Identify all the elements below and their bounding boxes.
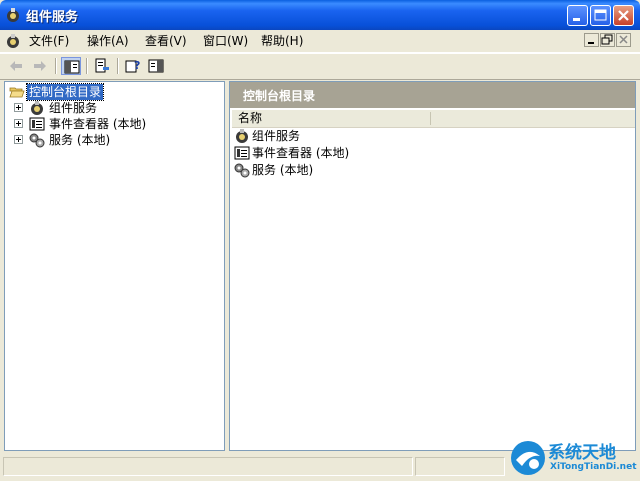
minimize-button[interactable] bbox=[567, 5, 588, 26]
watermark-url: XiTongTianDi.net bbox=[550, 462, 637, 472]
list-item-label: 组件服务 bbox=[252, 129, 301, 143]
result-pane[interactable]: 控制台根目录 名称 组件服务 事件查看器 (本地) 服务 (本地) bbox=[229, 81, 636, 451]
column-header-name[interactable]: 名称 bbox=[238, 111, 262, 126]
back-button[interactable] bbox=[6, 57, 26, 75]
tree-root[interactable]: 控制台根目录 bbox=[5, 83, 215, 101]
show-hide-action-pane-button[interactable] bbox=[146, 57, 166, 75]
menu-help[interactable]: 帮助(H) bbox=[261, 33, 303, 49]
expand-toggle[interactable] bbox=[14, 135, 23, 144]
forward-arrow-icon bbox=[34, 61, 46, 71]
window-title: 组件服务 bbox=[26, 10, 79, 25]
expand-toggle[interactable] bbox=[14, 119, 23, 128]
toolbar-separator bbox=[55, 58, 57, 74]
list-item-component-services[interactable]: 组件服务 bbox=[234, 128, 434, 144]
result-pane-header: 控制台根目录 bbox=[230, 82, 635, 109]
watermark-logo: 系统天地 XiTongTianDi.net bbox=[508, 436, 638, 480]
help-icon: ? bbox=[125, 59, 140, 73]
menu-bar: 文件(F) 操作(A) 查看(V) 窗口(W) 帮助(H) bbox=[0, 30, 640, 53]
event-viewer-icon bbox=[29, 117, 45, 131]
app-window: 组件服务 文件(F) 操作(A) 查看(V) 窗口(W) 帮助(H) ? 控制台… bbox=[0, 0, 640, 481]
export-list-button[interactable] bbox=[92, 57, 112, 75]
toolbar: ? bbox=[0, 53, 640, 80]
expand-toggle[interactable] bbox=[14, 103, 23, 112]
tree-item-event-viewer[interactable]: 事件查看器 (本地) bbox=[5, 116, 215, 132]
close-button[interactable] bbox=[613, 5, 634, 26]
tree-item-services[interactable]: 服务 (本地) bbox=[5, 132, 215, 148]
export-list-icon bbox=[95, 58, 109, 73]
svg-text:?: ? bbox=[134, 59, 140, 72]
help-button[interactable]: ? bbox=[123, 57, 143, 75]
show-hide-tree-button[interactable] bbox=[61, 57, 81, 75]
minimize-icon bbox=[573, 18, 580, 21]
show-hide-action-pane-icon bbox=[148, 59, 164, 73]
tree-item-label: 服务 (本地) bbox=[49, 133, 111, 147]
component-services-icon bbox=[236, 129, 248, 143]
mdi-close-button[interactable] bbox=[616, 33, 631, 47]
back-arrow-icon bbox=[10, 61, 22, 71]
status-cell-secondary bbox=[415, 457, 505, 476]
tree-item-label: 组件服务 bbox=[49, 101, 98, 115]
tree-item-component-services[interactable]: 组件服务 bbox=[5, 100, 215, 116]
list-item-event-viewer[interactable]: 事件查看器 (本地) bbox=[234, 145, 434, 161]
folder-open-icon bbox=[9, 87, 25, 98]
tree-item-label: 事件查看器 (本地) bbox=[49, 117, 147, 131]
list-item-label: 服务 (本地) bbox=[252, 163, 314, 177]
list-item-label: 事件查看器 (本地) bbox=[252, 146, 350, 160]
services-gears-icon bbox=[234, 163, 250, 178]
menu-action[interactable]: 操作(A) bbox=[87, 33, 129, 49]
toolbar-separator bbox=[117, 58, 119, 74]
result-pane-title: 控制台根目录 bbox=[243, 89, 316, 103]
maximize-button[interactable] bbox=[590, 5, 611, 26]
status-cell-main bbox=[3, 457, 413, 476]
close-icon bbox=[619, 35, 628, 44]
maximize-icon bbox=[594, 9, 607, 21]
tree-pane[interactable]: 控制台根目录 组件服务 事件查看器 (本地) 服务 (本地) bbox=[4, 81, 225, 451]
component-services-icon[interactable] bbox=[5, 33, 21, 49]
column-header-bar: 名称 bbox=[232, 110, 635, 128]
minimize-icon bbox=[588, 42, 594, 44]
watermark-emblem-icon bbox=[511, 441, 545, 475]
event-viewer-icon bbox=[234, 146, 250, 160]
forward-button[interactable] bbox=[30, 57, 50, 75]
close-icon bbox=[618, 10, 629, 21]
toolbar-separator bbox=[86, 58, 88, 74]
component-services-icon bbox=[7, 8, 19, 22]
menu-file[interactable]: 文件(F) bbox=[29, 33, 69, 49]
title-bar[interactable]: 组件服务 bbox=[0, 0, 640, 30]
tree-root-label: 控制台根目录 bbox=[25, 83, 105, 101]
services-gears-icon bbox=[29, 133, 45, 148]
show-hide-tree-icon bbox=[64, 60, 80, 74]
component-services-icon bbox=[31, 101, 43, 115]
restore-icon bbox=[601, 34, 613, 45]
mdi-restore-button[interactable] bbox=[600, 33, 615, 47]
column-divider[interactable] bbox=[430, 112, 431, 125]
menu-view[interactable]: 查看(V) bbox=[145, 33, 187, 49]
watermark-text: 系统天地 bbox=[548, 443, 616, 463]
list-item-services[interactable]: 服务 (本地) bbox=[234, 162, 434, 178]
mdi-minimize-button[interactable] bbox=[584, 33, 599, 47]
menu-window[interactable]: 窗口(W) bbox=[203, 33, 248, 49]
